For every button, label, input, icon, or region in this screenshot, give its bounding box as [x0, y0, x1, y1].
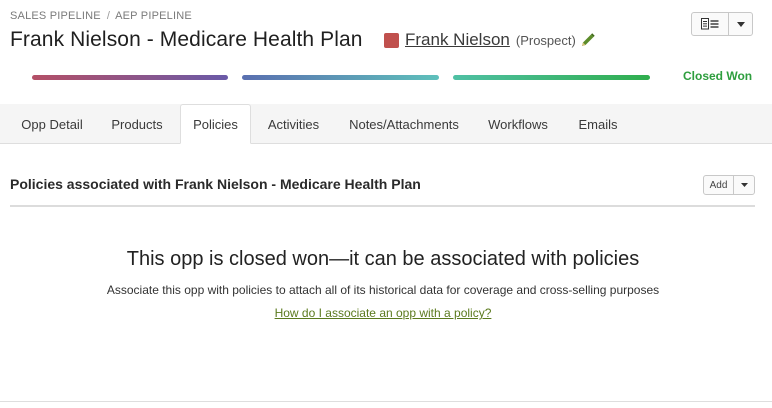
section-title: Policies associated with Frank Nielson -… [10, 176, 421, 192]
tab-workflows[interactable]: Workflows [478, 104, 558, 144]
breadcrumb-sales-pipeline[interactable]: SALES PIPELINE [10, 10, 101, 22]
help-link[interactable]: How do I associate an opp with a policy? [275, 306, 492, 320]
tab-notes-attachments[interactable]: Notes/Attachments [340, 104, 468, 144]
contact-role: (Prospect) [515, 32, 576, 48]
add-button-label[interactable]: Add [704, 176, 734, 194]
caret-down-icon[interactable] [729, 13, 752, 35]
contact-name-link[interactable]: Frank Nielson [405, 30, 510, 50]
tab-emails[interactable]: Emails [567, 104, 629, 144]
breadcrumb: SALES PIPELINE / AEP PIPELINE [10, 10, 192, 22]
breadcrumb-aep-pipeline[interactable]: AEP PIPELINE [115, 10, 192, 22]
pipeline-status: Closed Won [683, 69, 753, 83]
empty-state-heading: This opp is closed won—it can be associa… [126, 248, 640, 270]
add-policy-button[interactable]: Add [703, 175, 755, 195]
pipeline-stage-2[interactable] [242, 75, 439, 80]
tab-products[interactable]: Products [98, 104, 176, 144]
document-menu-button[interactable] [691, 12, 753, 36]
contact-info: Frank Nielson (Prospect) [384, 30, 596, 50]
section-divider [10, 205, 755, 207]
caret-down-icon[interactable] [734, 176, 754, 194]
tab-policies[interactable]: Policies [180, 104, 251, 144]
page-title: Frank Nielson - Medicare Health Plan [10, 28, 363, 51]
bottom-divider [0, 401, 772, 402]
help-link-container: How do I associate an opp with a policy? [0, 306, 766, 320]
tab-opp-detail[interactable]: Opp Detail [10, 104, 94, 144]
breadcrumb-separator: / [106, 10, 111, 22]
opportunity-header: SALES PIPELINE / AEP PIPELINE Frank Niel… [0, 0, 772, 104]
empty-state-description: Associate this opp with policies to atta… [106, 283, 660, 297]
tab-activities[interactable]: Activities [255, 104, 332, 144]
opportunity-page: SALES PIPELINE / AEP PIPELINE Frank Niel… [0, 0, 772, 408]
document-list-icon[interactable] [692, 13, 729, 35]
pipeline-stage-3[interactable] [453, 75, 650, 80]
pipeline-stage-1[interactable] [32, 75, 228, 80]
pencil-icon[interactable] [580, 32, 596, 48]
contact-color-swatch [384, 32, 399, 48]
tab-bar: Opp Detail Products Policies Activities … [0, 104, 772, 144]
policies-panel: Policies associated with Frank Nielson -… [0, 144, 772, 401]
